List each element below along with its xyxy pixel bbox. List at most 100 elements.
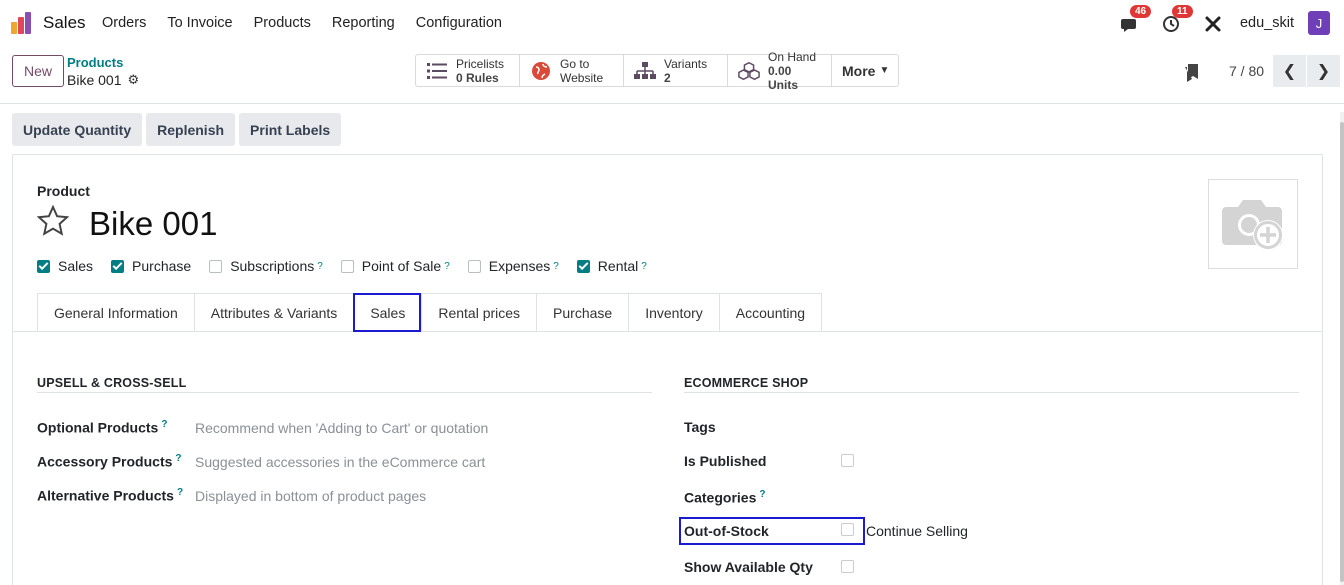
tags-label: Tags: [684, 419, 716, 435]
chevron-right-icon: ❯: [1316, 63, 1331, 80]
is-published-label: Is Published: [684, 453, 767, 469]
cubes-icon: [738, 60, 760, 82]
tab-sales[interactable]: Sales: [353, 293, 422, 332]
purchase-checkbox-label: Purchase: [132, 258, 192, 274]
tools-button[interactable]: [1204, 11, 1228, 35]
alternative-products-input[interactable]: Displayed in bottom of product pages: [195, 488, 426, 504]
is-published-checkbox[interactable]: [841, 454, 854, 467]
product-name-field[interactable]: Bike 001: [89, 205, 217, 243]
help-icon[interactable]: ?: [177, 487, 183, 498]
scrollbar-thumb[interactable]: [1340, 122, 1344, 582]
list-icon: [426, 60, 448, 82]
optional-products-label: Optional Products?: [37, 419, 168, 436]
more-button[interactable]: More ▼: [832, 55, 898, 86]
upsell-section-title: UPSELL & CROSS-SELL: [37, 376, 187, 390]
chat-icon: [1120, 19, 1136, 32]
top-navbar: Sales Orders To Invoice Products Reporti…: [0, 0, 1344, 46]
username[interactable]: edu_skit: [1240, 15, 1294, 31]
rental-checkbox-box[interactable]: [576, 259, 590, 273]
sales-checkbox-box[interactable]: [37, 259, 50, 273]
sales-app-icon[interactable]: [11, 12, 33, 34]
upsell-divider: [37, 392, 652, 393]
point-of-sale-checkbox-label: Point of Sale: [361, 258, 442, 274]
star-icon[interactable]: [36, 204, 70, 240]
expenses-checkbox-box[interactable]: [467, 259, 481, 273]
variants-label: Variants: [664, 56, 708, 71]
activities-badge: 11: [1171, 5, 1193, 18]
help-icon[interactable]: ?: [641, 261, 647, 272]
rental-checkbox-label: Rental: [597, 258, 639, 274]
help-icon[interactable]: ?: [759, 489, 765, 500]
tab-purchase[interactable]: Purchase: [536, 293, 629, 332]
optional-products-input[interactable]: Recommend when 'Adding to Cart' or quota…: [195, 420, 488, 436]
subscriptions-checkbox-label: Subscriptions: [230, 258, 315, 274]
accessory-products-input[interactable]: Suggested accessories in the eCommerce c…: [195, 454, 485, 470]
tab-accounting[interactable]: Accounting: [718, 293, 823, 332]
help-icon[interactable]: ?: [175, 453, 181, 464]
tab-inventory[interactable]: Inventory: [628, 293, 719, 332]
show-available-qty-checkbox[interactable]: [841, 560, 854, 573]
control-panel: New Products Bike 001 ⚙ Pricelists 0 Rule…: [0, 46, 1344, 104]
pager-value[interactable]: 7 / 80: [1229, 63, 1264, 79]
messages-button[interactable]: 46: [1120, 5, 1152, 35]
purchase-checkbox-box[interactable]: [111, 259, 125, 273]
action-bar: Update Quantity Replenish Print Labels: [12, 113, 345, 146]
tab-attributes-variants[interactable]: Attributes & Variants: [193, 293, 354, 332]
subscriptions-checkbox[interactable]: Subscriptions?: [209, 258, 323, 274]
app-name[interactable]: Sales: [43, 13, 86, 33]
expenses-checkbox[interactable]: Expenses?: [467, 258, 559, 274]
point-of-sale-checkbox[interactable]: Point of Sale?: [340, 258, 450, 274]
sales-checkbox[interactable]: Sales: [37, 258, 93, 274]
tab-rental-prices[interactable]: Rental prices: [421, 293, 537, 332]
update-quantity-button[interactable]: Update Quantity: [12, 113, 143, 146]
page-scrollbar[interactable]: [1340, 112, 1344, 585]
sales-checkbox-label: Sales: [58, 258, 94, 274]
menu-configuration[interactable]: Configuration: [416, 15, 502, 31]
menu-reporting[interactable]: Reporting: [332, 15, 395, 31]
expenses-checkbox-label: Expenses: [488, 258, 551, 274]
activities-button[interactable]: 11: [1162, 5, 1193, 35]
rental-checkbox[interactable]: Rental?: [576, 258, 647, 274]
website-label: Website: [560, 70, 604, 85]
form-sheet: Product Bike 001 Sales Purchase Subscrip…: [12, 154, 1323, 585]
more-label: More: [842, 62, 876, 79]
new-button[interactable]: New: [12, 55, 64, 87]
pricelists-button[interactable]: Pricelists 0 Rules: [416, 55, 520, 86]
show-available-qty-label: Show Available Qty: [684, 559, 813, 575]
help-icon[interactable]: ?: [553, 261, 559, 272]
product-image-field[interactable]: [1208, 179, 1298, 269]
tools-icon: [1205, 16, 1221, 32]
gear-icon[interactable]: ⚙: [127, 72, 139, 88]
on-hand-button[interactable]: On Hand 0.00 Units: [728, 50, 832, 92]
help-icon[interactable]: ?: [317, 261, 323, 272]
pager-next-button[interactable]: ❯: [1307, 55, 1340, 87]
go-to-label: Go to: [560, 56, 590, 71]
avatar[interactable]: J: [1308, 11, 1330, 35]
sitemap-icon: [634, 60, 656, 82]
continue-selling-label: Continue Selling: [866, 523, 968, 539]
categories-label: Categories?: [684, 489, 766, 506]
subscriptions-checkbox-box[interactable]: [209, 259, 223, 273]
camera-add-icon: [1222, 200, 1283, 250]
accessory-products-label: Accessory Products?: [37, 453, 182, 470]
point-of-sale-checkbox-box[interactable]: [340, 259, 354, 273]
menu-products[interactable]: Products: [254, 15, 311, 31]
tab-general-information[interactable]: General Information: [37, 293, 194, 332]
menu-orders[interactable]: Orders: [102, 15, 146, 31]
go-to-website-button[interactable]: Go to Website: [520, 55, 624, 86]
print-labels-button[interactable]: Print Labels: [239, 113, 342, 146]
pricelists-label: Pricelists: [456, 56, 505, 71]
replenish-button[interactable]: Replenish: [146, 113, 236, 146]
menu-to-invoice[interactable]: To Invoice: [167, 15, 232, 31]
continue-selling-checkbox[interactable]: [841, 523, 854, 536]
pager-previous-button[interactable]: ❮: [1273, 55, 1306, 87]
breadcrumb-products[interactable]: Products: [67, 55, 123, 70]
purchase-checkbox[interactable]: Purchase: [111, 258, 191, 274]
chevron-left-icon: ❮: [1282, 63, 1297, 80]
help-icon[interactable]: ?: [444, 261, 450, 272]
bookmark-icon[interactable]: [1185, 64, 1199, 85]
caret-down-icon: ▼: [879, 65, 890, 76]
variants-button[interactable]: Variants 2: [624, 55, 728, 86]
help-icon[interactable]: ?: [161, 419, 167, 430]
notebook-tabs: General Information Attributes & Variant…: [13, 293, 1322, 332]
